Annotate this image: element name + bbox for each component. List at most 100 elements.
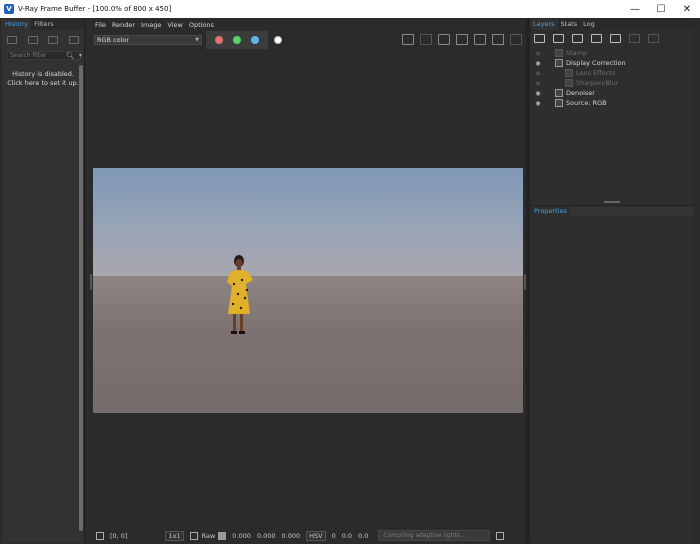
search-box: 🔍︎ ▾: [7, 51, 82, 60]
zoom-select[interactable]: 1x1: [165, 530, 184, 541]
main-view: File Render Image View Options RGB color…: [90, 19, 526, 543]
history-disabled-message[interactable]: History is disabled. Click here to set i…: [2, 70, 84, 88]
properties-header: Properties: [530, 205, 694, 217]
layer-sharpen-blur[interactable]: ◉ Sharpen/Blur: [530, 78, 694, 88]
interactive-render-icon[interactable]: [474, 34, 486, 45]
progress-bar: Compiling adaptive lights...: [378, 530, 491, 541]
log-toggle-icon[interactable]: [496, 531, 505, 540]
eye-icon[interactable]: ◉: [533, 70, 543, 77]
chevron-down-icon[interactable]: ▾: [79, 52, 82, 59]
layer-thumbnail: [555, 89, 563, 97]
eye-icon[interactable]: ◉: [533, 50, 543, 57]
save-image-icon[interactable]: [402, 34, 414, 45]
history-toolbar: [2, 32, 84, 48]
stop-render-icon[interactable]: [510, 34, 522, 45]
layer-stamp[interactable]: ◉ Stamp: [530, 48, 694, 58]
layer-label: Source: RGB: [566, 99, 607, 107]
tab-history[interactable]: History: [2, 19, 32, 30]
tab-layers[interactable]: Layers: [530, 19, 558, 30]
pixel-color-swatch: [218, 531, 227, 540]
layer-denoiser[interactable]: ◉ Denoiser: [530, 88, 694, 98]
collapse-right-handle[interactable]: [524, 274, 526, 290]
layers-toolbar: [530, 30, 694, 47]
minimize-button[interactable]: —: [622, 0, 648, 18]
saturation-value: 0.0: [341, 531, 353, 540]
layer-tree: ◉ Stamp ◉ Display Correction ◉ Lens Effe…: [530, 48, 694, 108]
raw-label: Raw: [201, 531, 216, 540]
layers-tabs: Layers Stats Log: [530, 19, 694, 30]
menu-options[interactable]: Options: [189, 21, 214, 29]
pixel-b-value: 0.000: [281, 531, 301, 540]
color-mode-select[interactable]: HSV: [306, 530, 326, 541]
eye-icon[interactable]: ◉: [533, 90, 543, 97]
search-icon[interactable]: 🔍︎: [66, 52, 75, 60]
hue-value: 0: [331, 531, 336, 540]
remove-history-icon[interactable]: [68, 36, 79, 44]
chevron-down-icon: ▼: [195, 37, 199, 43]
region-render-icon[interactable]: [438, 34, 450, 45]
layer-source-rgb[interactable]: ◉ Source: RGB: [530, 98, 694, 108]
collapse-left-handle[interactable]: [90, 274, 92, 290]
monochrome-icon[interactable]: [274, 36, 282, 44]
eye-icon[interactable]: ◉: [533, 80, 543, 87]
render-sky: [93, 168, 523, 276]
layer-thumbnail: [555, 49, 563, 57]
redo-icon[interactable]: [648, 34, 659, 43]
tab-filters[interactable]: Filters: [31, 19, 56, 30]
menu-bar: File Render Image View Options: [90, 19, 526, 31]
eye-icon[interactable]: ◉: [533, 100, 543, 107]
menu-render[interactable]: Render: [112, 21, 135, 29]
layer-list-icon[interactable]: [610, 34, 621, 43]
layer-display-correction[interactable]: ◉ Display Correction: [530, 58, 694, 68]
layer-label: Stamp: [566, 49, 588, 57]
layer-label: Lens Effects: [576, 69, 616, 77]
load-history-icon[interactable]: [48, 36, 59, 44]
menu-image[interactable]: Image: [141, 21, 161, 29]
history-scrollbar[interactable]: [79, 65, 83, 531]
layer-thumbnail: [555, 99, 563, 107]
undo-icon[interactable]: [629, 34, 640, 43]
render-ground: [93, 276, 523, 413]
tab-stats[interactable]: Stats: [558, 19, 581, 30]
pixel-r-value: 0.000: [232, 531, 251, 540]
layer-thumbnail: [565, 69, 573, 77]
layers-panel: Layers Stats Log ◉ Stamp ◉ Display Corre…: [530, 19, 694, 543]
eye-icon[interactable]: ◉: [533, 60, 543, 67]
close-button[interactable]: ✕: [674, 0, 700, 18]
menu-view[interactable]: View: [167, 21, 182, 29]
blue-channel-button[interactable]: [251, 36, 259, 44]
panel-splitter[interactable]: [604, 201, 620, 203]
compare-history-icon[interactable]: [27, 36, 38, 44]
history-tabs: History Filters: [2, 19, 84, 30]
channel-select[interactable]: RGB color ▼: [94, 35, 202, 45]
window-controls: — ☐ ✕: [622, 0, 700, 18]
search-input[interactable]: [8, 52, 64, 59]
status-bar: [0, 0] 1x1 Raw 0.000 0.000 0.000 HSV 0 0…: [90, 528, 526, 543]
load-layers-icon[interactable]: [591, 34, 602, 43]
layer-thumbnail: [565, 79, 573, 87]
tab-properties[interactable]: Properties: [530, 206, 571, 217]
track-mouse-icon[interactable]: [456, 34, 468, 45]
tab-log[interactable]: Log: [580, 19, 598, 30]
save-history-icon[interactable]: [7, 36, 18, 44]
curve-icon[interactable]: [189, 531, 198, 540]
red-channel-button[interactable]: [215, 36, 223, 44]
save-layers-icon[interactable]: [572, 34, 583, 43]
green-channel-button[interactable]: [233, 36, 241, 44]
title-bar: V V-Ray Frame Buffer - [100.0% of 800 x …: [0, 0, 700, 18]
render-viewport[interactable]: [93, 168, 523, 413]
layer-lens-effects[interactable]: ◉ Lens Effects: [530, 68, 694, 78]
pick-pixel-icon[interactable]: [96, 531, 104, 540]
menu-file[interactable]: File: [95, 21, 106, 29]
pixel-g-value: 0.000: [256, 531, 276, 540]
load-image-icon[interactable]: [420, 34, 432, 45]
render-icon[interactable]: [492, 34, 504, 45]
render-toolbar: RGB color ▼: [90, 31, 526, 49]
layer-thumbnail: [555, 59, 563, 67]
delete-layer-icon[interactable]: [553, 34, 564, 43]
history-panel: History Filters 🔍︎ ▾ History is disabled…: [2, 19, 85, 543]
create-layer-icon[interactable]: [534, 34, 545, 43]
layer-label: Display Correction: [566, 59, 626, 67]
rendered-figure: [227, 255, 253, 334]
maximize-button[interactable]: ☐: [648, 0, 674, 18]
